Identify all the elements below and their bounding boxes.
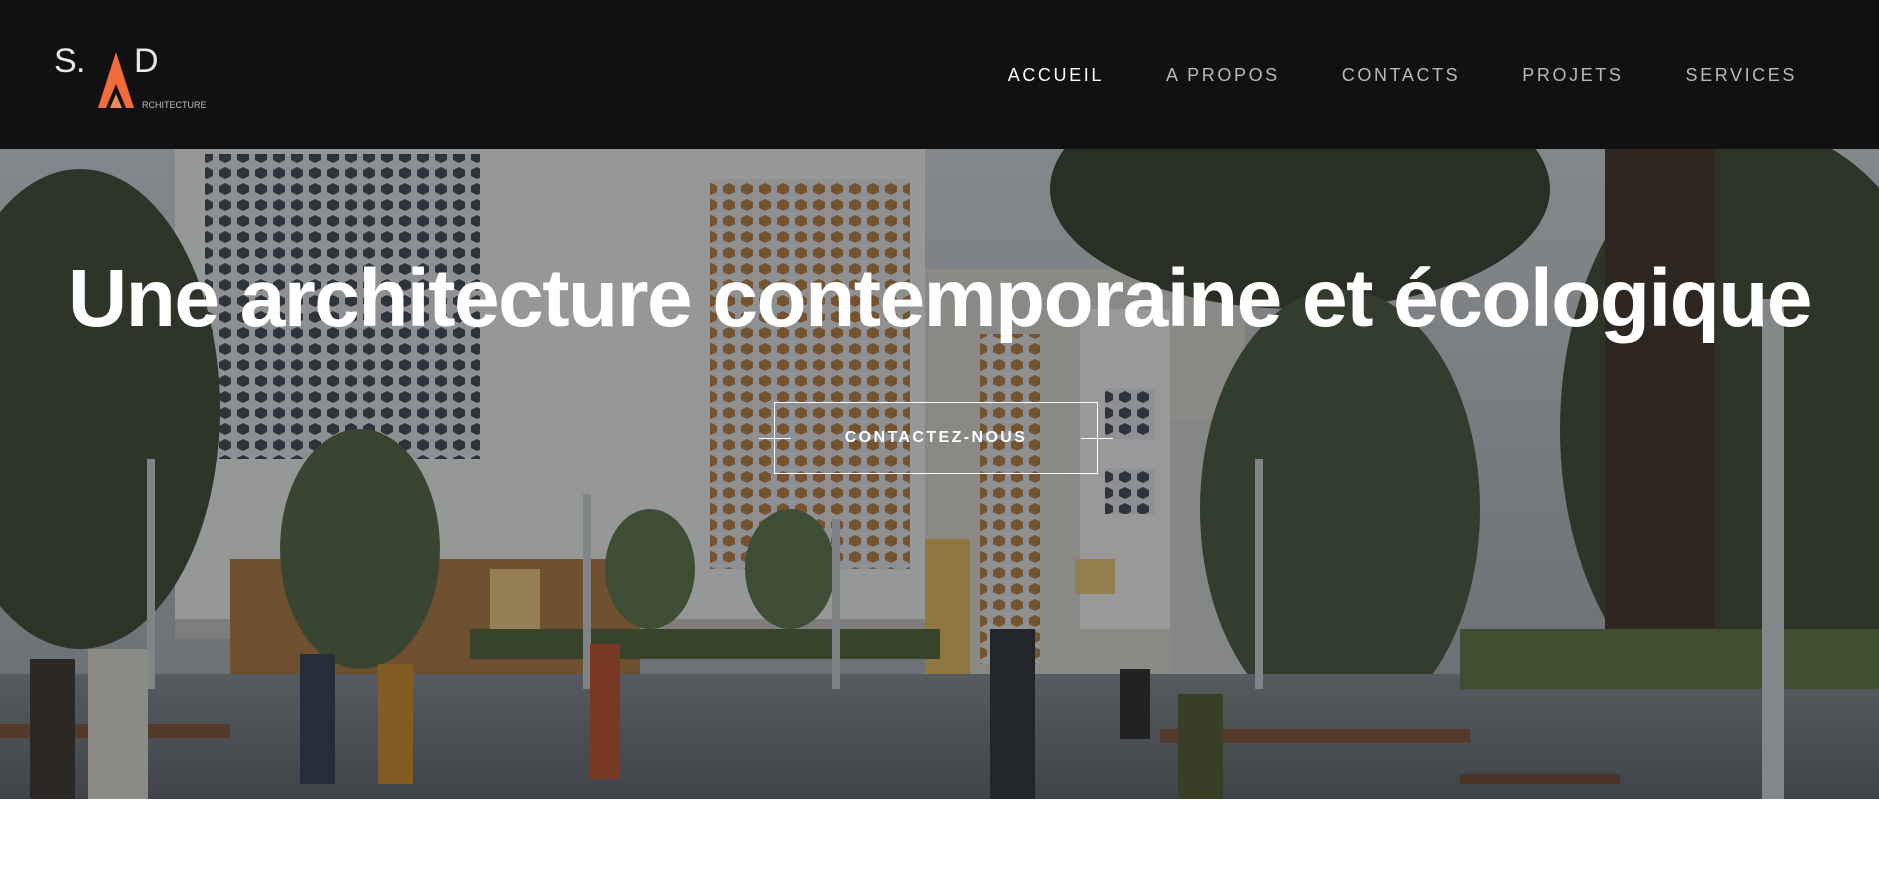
nav-item-projets[interactable]: PROJETS — [1491, 65, 1654, 86]
page-body — [0, 799, 1879, 890]
hero-section: Une architecture contemporaine et écolog… — [0, 149, 1879, 799]
contact-us-label: CONTACTEZ-NOUS — [844, 429, 1028, 446]
cta-decoration-line — [1081, 438, 1113, 439]
nav-item-a-propos[interactable]: A PROPOS — [1135, 65, 1311, 86]
hero-overlay — [0, 149, 1879, 799]
logo[interactable]: S . D RCHITECTURE — [54, 44, 224, 114]
svg-text:D: D — [134, 44, 159, 80]
svg-text:S: S — [54, 44, 77, 80]
logo-caption: RCHITECTURE — [142, 100, 207, 110]
main-nav: ACCUEIL A PROPOS CONTACTS PROJETS SERVIC… — [977, 60, 1797, 90]
nav-item-accueil[interactable]: ACCUEIL — [977, 65, 1135, 86]
svg-text:.: . — [76, 44, 85, 80]
contact-us-button[interactable]: CONTACTEZ-NOUS — [759, 402, 1113, 474]
nav-item-contacts[interactable]: CONTACTS — [1311, 65, 1491, 86]
nav-item-services[interactable]: SERVICES — [1654, 65, 1797, 86]
hero-title: Une architecture contemporaine et écolog… — [68, 253, 1812, 344]
cta-decoration-line — [759, 438, 791, 439]
site-header: S . D RCHITECTURE ACCUEIL A PROPOS CONTA… — [0, 0, 1879, 149]
